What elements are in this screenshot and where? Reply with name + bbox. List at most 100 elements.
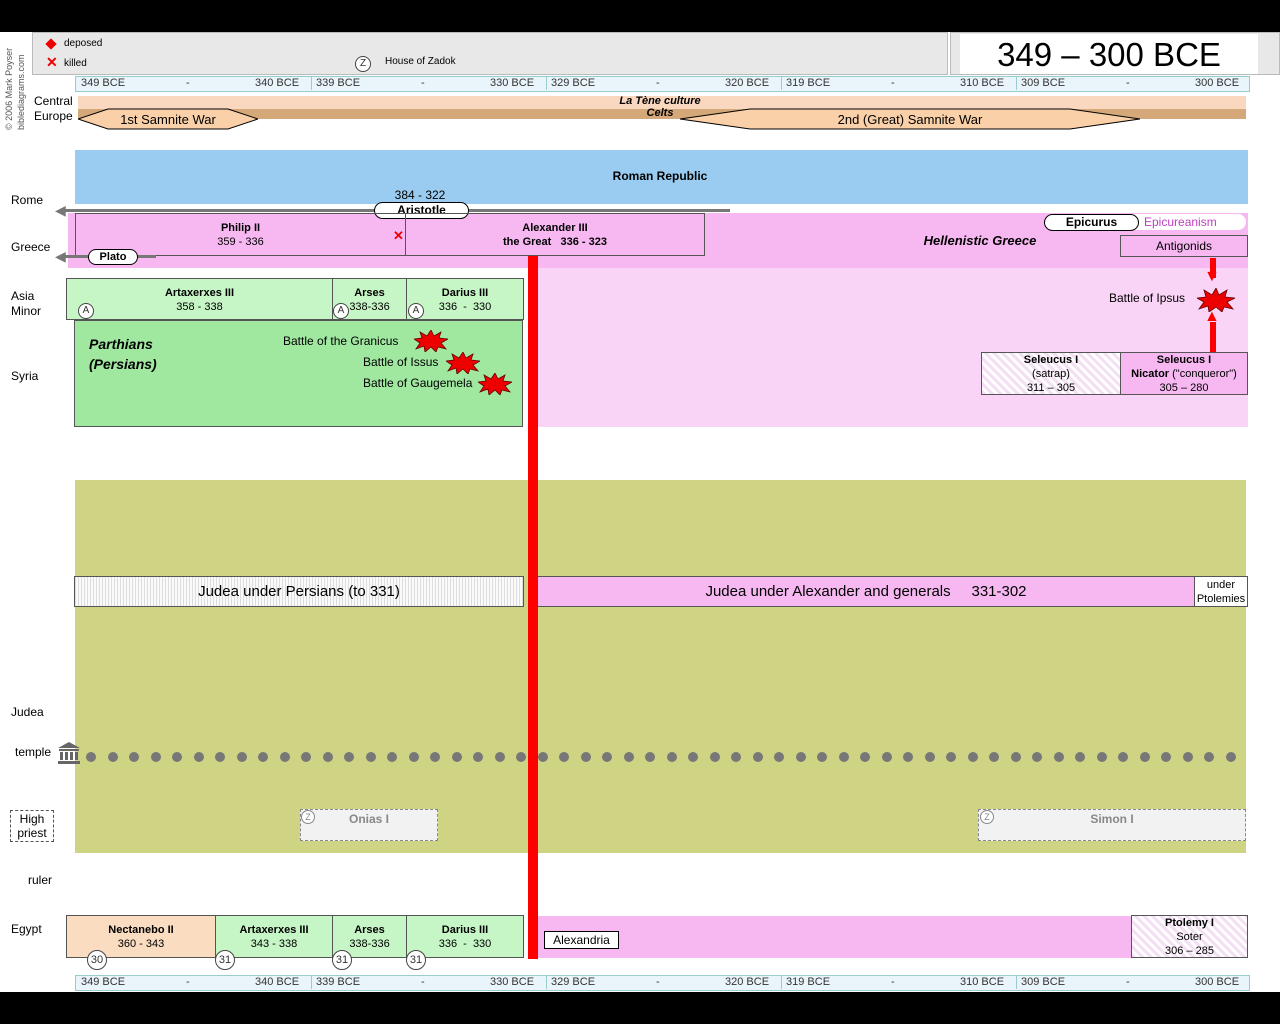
darius-egypt-box: Darius III 336 - 330 bbox=[406, 915, 524, 958]
temple-dot bbox=[473, 752, 483, 762]
temple-dot bbox=[602, 752, 612, 762]
temple-dot bbox=[279, 752, 290, 762]
ruler-tick-label: - bbox=[891, 976, 895, 988]
judea-persians-box: Judea under Persians (to 331) bbox=[74, 576, 524, 607]
temple-dot bbox=[129, 752, 139, 762]
temple-dot bbox=[881, 752, 892, 762]
battle-granicus-label: Battle of the Granicus bbox=[283, 334, 399, 348]
temple-dot bbox=[731, 752, 741, 762]
ruler-tick-label: - bbox=[891, 77, 895, 89]
judea-alexander-box: Judea under Alexander and generals 331-3… bbox=[537, 576, 1195, 607]
temple-timeline-dots bbox=[86, 751, 1246, 763]
temple-dot bbox=[1204, 752, 1214, 762]
ipsus-arrow-up bbox=[1210, 322, 1216, 352]
onias-i-box: Onias I bbox=[300, 809, 438, 841]
achaemenid-symbol-icon: A bbox=[333, 303, 349, 319]
temple-dot bbox=[623, 752, 634, 762]
battle-explosion-icon bbox=[478, 373, 512, 395]
temple-dot bbox=[666, 752, 677, 762]
ruler-tick-label: 319 BCE bbox=[786, 976, 831, 988]
roman-republic-label: Roman Republic bbox=[612, 169, 708, 183]
time-ruler-top: 349 BCE - 340 BCE 339 BCE - 330 BCE 329 BCE - 32… bbox=[75, 76, 1250, 92]
temple-dot bbox=[774, 752, 784, 762]
dynasty-30-icon: 30 bbox=[87, 950, 107, 970]
temple-dot bbox=[387, 752, 397, 762]
zadok-symbol-icon: Z bbox=[355, 56, 371, 72]
row-label-ruler: ruler bbox=[28, 873, 53, 887]
battle-explosion-icon bbox=[446, 352, 480, 374]
row-label-high-priest: High priest bbox=[10, 810, 54, 842]
temple-icon bbox=[58, 742, 80, 764]
temple-dot bbox=[86, 752, 96, 762]
temple-dot bbox=[150, 752, 161, 762]
timeline-page: © 2006 Mark Poyser biblediagrams.com dep… bbox=[0, 32, 1280, 992]
epicurus-pill: Epicurus bbox=[1044, 214, 1139, 231]
ruler-tick-label: - bbox=[1126, 976, 1130, 988]
ruler-tick-label: 329 BCE bbox=[551, 976, 596, 988]
dynasty-31-icon: 31 bbox=[215, 950, 235, 970]
killed-icon: ✕ bbox=[393, 228, 404, 243]
ruler-tick-label: 329 BCE bbox=[551, 77, 596, 89]
ruler-separator bbox=[781, 77, 782, 90]
ruler-separator bbox=[1016, 976, 1017, 989]
seleucus-satrap-box: Seleucus I (satrap) 311 – 305 bbox=[981, 352, 1121, 395]
temple-dot bbox=[430, 752, 440, 762]
judea-ptolemies-box: under Ptolemies bbox=[1194, 576, 1248, 607]
ruler-separator bbox=[311, 976, 312, 989]
arrow-up-icon: ▲ bbox=[1204, 308, 1220, 325]
temple-dot bbox=[1053, 752, 1064, 762]
temple-dot bbox=[817, 752, 827, 762]
dynasty-31-icon: 31 bbox=[332, 950, 352, 970]
row-label-temple: temple bbox=[15, 745, 52, 759]
temple-dot bbox=[365, 752, 376, 762]
epicureanism-label: Epicureanism bbox=[1144, 215, 1217, 229]
temple-dot bbox=[193, 752, 204, 762]
nectanebo-box: Nectanebo II 360 - 343 bbox=[66, 915, 216, 958]
ruler-tick-label: 309 BCE bbox=[1021, 77, 1066, 89]
temple-dot bbox=[236, 752, 247, 762]
temple-dot bbox=[344, 752, 354, 762]
temple-dot bbox=[903, 752, 913, 762]
ruler-tick-label: 320 BCE bbox=[725, 976, 770, 988]
temple-dot bbox=[924, 752, 935, 762]
site-credit: biblediagrams.com bbox=[16, 54, 26, 130]
aristotle-dates: 384 - 322 bbox=[394, 188, 446, 202]
temple-dot bbox=[1118, 752, 1128, 762]
ruler-tick-label: 330 BCE bbox=[490, 976, 535, 988]
temple-dot bbox=[752, 752, 763, 762]
temple-dot bbox=[172, 752, 182, 762]
ruler-separator bbox=[546, 77, 547, 90]
ruler-separator bbox=[781, 976, 782, 989]
legend-deposed: deposed bbox=[64, 38, 103, 49]
ruler-separator bbox=[311, 77, 312, 90]
battle-issus-label: Battle of Issus bbox=[363, 355, 439, 369]
temple-dot bbox=[215, 752, 225, 762]
killed-icon: ✕ bbox=[46, 54, 58, 70]
ruler-tick-label: 320 BCE bbox=[725, 77, 770, 89]
row-label-central-europe: Central Europe bbox=[34, 94, 73, 123]
ruler-tick-label: - bbox=[186, 77, 190, 89]
temple-dot bbox=[989, 752, 999, 762]
ruler-tick-label: - bbox=[1126, 77, 1130, 89]
time-ruler-bottom: 349 BCE - 340 BCE 339 BCE - 330 BCE 329 BCE - 32… bbox=[75, 975, 1250, 991]
ruler-tick-label: 340 BCE bbox=[255, 77, 300, 89]
plato-pill: Plato bbox=[88, 249, 138, 265]
row-label-judea: Judea bbox=[11, 705, 44, 719]
legend-killed: killed bbox=[64, 58, 87, 69]
artaxerxes-asia-box: Artaxerxes III 358 - 338 bbox=[66, 278, 333, 320]
ruler-tick-label: - bbox=[421, 976, 425, 988]
ruler-tick-label: 310 BCE bbox=[960, 976, 1005, 988]
temple-dot bbox=[967, 752, 978, 762]
temple-dot bbox=[1225, 752, 1236, 762]
samnite-war-2-label: 2nd (Great) Samnite War bbox=[837, 112, 983, 127]
achaemenid-symbol-icon: A bbox=[78, 303, 94, 319]
darius-asia-box: Darius III 336 - 330 bbox=[406, 278, 524, 320]
seleucus-nicator-box: Seleucus I Nicator ("conqueror") 305 – 2… bbox=[1120, 352, 1248, 395]
temple-dot bbox=[946, 752, 956, 762]
ruler-tick-label: 330 BCE bbox=[490, 77, 535, 89]
temple-dot bbox=[451, 752, 462, 762]
alexandria-box: Alexandria bbox=[544, 931, 619, 949]
ruler-separator bbox=[546, 976, 547, 989]
ruler-tick-label: 309 BCE bbox=[1021, 976, 1066, 988]
ruler-tick-label: - bbox=[656, 77, 660, 89]
